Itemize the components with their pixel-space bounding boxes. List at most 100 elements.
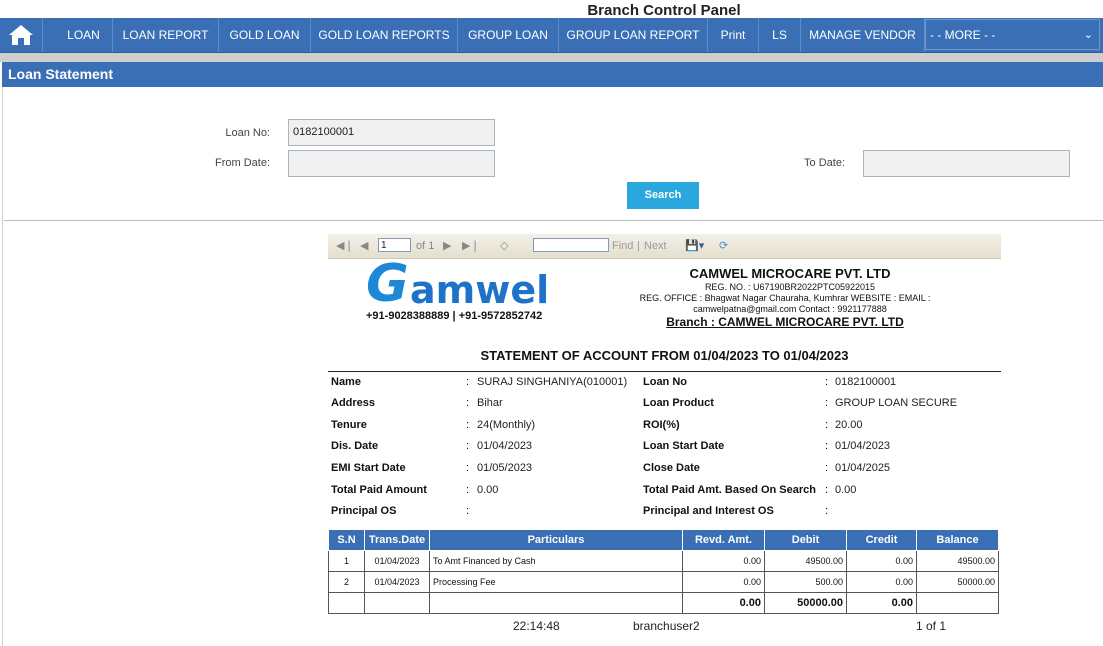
table-cell: 49500.00 bbox=[916, 550, 999, 572]
info-label: Dis. Date bbox=[331, 440, 379, 452]
table-cell: 0.00 bbox=[682, 592, 765, 614]
table-cell: 0.00 bbox=[846, 592, 917, 614]
loan-no-label: Loan No: bbox=[225, 127, 270, 139]
nav-item-gold-loan-reports[interactable]: GOLD LOAN REPORTS bbox=[311, 18, 458, 52]
next-link[interactable]: Next bbox=[644, 234, 667, 258]
nav-item-loan[interactable]: LOAN bbox=[55, 18, 113, 52]
info-value: 0.00 bbox=[835, 484, 857, 496]
table-cell: 50000.00 bbox=[916, 571, 999, 593]
table-cell: Processing Fee bbox=[429, 571, 683, 593]
table-row: 2 01/04/2023 Processing Fee 0.00 500.00 … bbox=[328, 571, 999, 593]
info-colon: : bbox=[825, 484, 829, 496]
info-label: Loan No bbox=[643, 376, 687, 388]
info-colon: : bbox=[825, 462, 829, 474]
info-label: Total Paid Amt. Based On Search bbox=[643, 484, 816, 496]
info-label: Address bbox=[331, 397, 376, 409]
table-header-row: S.N Trans.Date Particulars Revd. Amt. De… bbox=[328, 529, 999, 551]
info-value: GROUP LOAN SECURE bbox=[835, 397, 958, 409]
from-date-label: From Date: bbox=[214, 157, 270, 169]
table-cell bbox=[328, 592, 365, 614]
statement-rule bbox=[328, 371, 1001, 372]
table-cell: 01/04/2023 bbox=[364, 571, 430, 593]
form-divider bbox=[4, 220, 1103, 221]
page-count-label: of 1 bbox=[416, 240, 435, 252]
nav-separator-strip bbox=[0, 53, 1103, 62]
info-colon: : bbox=[825, 397, 829, 409]
next-page-icon[interactable]: ▶ bbox=[443, 234, 451, 258]
info-value: 24(Monthly) bbox=[477, 419, 536, 431]
home-button[interactable] bbox=[0, 18, 43, 52]
back-icon[interactable]: ◇ bbox=[500, 234, 508, 258]
info-colon: : bbox=[466, 505, 470, 517]
info-value: 01/04/2023 bbox=[835, 440, 891, 452]
company-name: CAMWEL MICROCARE PVT. LTD bbox=[689, 266, 891, 281]
info-value: 0.00 bbox=[477, 484, 499, 496]
loan-no-input[interactable]: 0182100001 bbox=[288, 119, 495, 146]
totals-row: 0.00 50000.00 0.00 bbox=[328, 592, 999, 614]
from-date-input[interactable] bbox=[288, 150, 495, 177]
nav-item-loan-report[interactable]: LOAN REPORT bbox=[113, 18, 219, 52]
to-date-input[interactable] bbox=[863, 150, 1070, 177]
home-icon bbox=[9, 25, 33, 45]
info-label: Tenure bbox=[331, 419, 367, 431]
nav-item-ls[interactable]: LS bbox=[759, 18, 801, 52]
info-colon: : bbox=[825, 505, 829, 517]
info-colon: : bbox=[825, 440, 829, 452]
info-colon: : bbox=[466, 440, 470, 452]
nav-item-group-loan[interactable]: GROUP LOAN bbox=[458, 18, 559, 52]
report-footer-user: branchuser2 bbox=[633, 619, 700, 633]
info-value: SURAJ SINGHANIYA(010001) bbox=[477, 376, 628, 388]
nav-item-gold-loan[interactable]: GOLD LOAN bbox=[219, 18, 311, 52]
find-link[interactable]: Find bbox=[612, 234, 633, 258]
column-header: Debit bbox=[764, 529, 847, 551]
info-value: 20.00 bbox=[835, 419, 863, 431]
page-number-input[interactable]: 1 bbox=[378, 238, 411, 252]
table-cell: 49500.00 bbox=[764, 550, 847, 572]
export-icon[interactable]: 💾▾ bbox=[685, 234, 704, 258]
table-cell bbox=[429, 592, 683, 614]
more-menu-select[interactable]: - - MORE - - ⌄ bbox=[925, 19, 1100, 50]
refresh-icon[interactable]: ⟳ bbox=[719, 234, 728, 258]
info-colon: : bbox=[825, 376, 829, 388]
column-header: Credit bbox=[846, 529, 917, 551]
to-date-label: To Date: bbox=[804, 157, 845, 169]
report-footer-page: 1 of 1 bbox=[916, 619, 947, 633]
section-header: Loan Statement bbox=[2, 62, 1103, 87]
company-logo-text: amwel bbox=[410, 268, 550, 312]
last-page-icon[interactable]: ▶❘ bbox=[462, 234, 480, 258]
info-colon: : bbox=[466, 376, 470, 388]
find-separator: | bbox=[637, 240, 640, 252]
info-value: 01/04/2025 bbox=[835, 462, 891, 474]
info-colon: : bbox=[466, 419, 470, 431]
info-colon: : bbox=[466, 397, 470, 409]
info-label: Principal OS bbox=[331, 505, 397, 517]
transactions-table: S.N Trans.Date Particulars Revd. Amt. De… bbox=[328, 529, 999, 614]
search-button[interactable]: Search bbox=[627, 182, 699, 209]
page-title: Branch Control Panel bbox=[587, 2, 741, 19]
first-page-icon[interactable]: ◀❘ bbox=[336, 234, 354, 258]
info-value: 01/04/2023 bbox=[477, 440, 533, 452]
nav-item-manage-vendor[interactable]: MANAGE VENDOR bbox=[801, 18, 925, 52]
info-value: 0182100001 bbox=[835, 376, 897, 388]
table-cell: 2 bbox=[328, 571, 365, 593]
nav-item-group-loan-report[interactable]: GROUP LOAN REPORT bbox=[559, 18, 708, 52]
table-row: 1 01/04/2023 To Amt Financed by Cash 0.0… bbox=[328, 550, 999, 572]
column-header: Trans.Date bbox=[364, 529, 430, 551]
branch-name: Branch : CAMWEL MICROCARE PVT. LTD bbox=[666, 315, 904, 329]
info-label: Loan Start Date bbox=[643, 440, 725, 452]
logo-phone-numbers: +91-9028388889 | +91-9572852742 bbox=[366, 310, 543, 322]
table-cell: 50000.00 bbox=[764, 592, 847, 614]
info-label: EMI Start Date bbox=[331, 462, 406, 474]
report-viewer-toolbar: ◀❘ ◀ of 1 ▶ ▶❘ ◇ Find | Next 💾▾ ⟳ bbox=[328, 234, 1001, 259]
info-value: 01/05/2023 bbox=[477, 462, 533, 474]
registered-office: REG. OFFICE : Bhagwat Nagar Chauraha, Ku… bbox=[639, 293, 931, 303]
table-cell: To Amt Financed by Cash bbox=[429, 550, 683, 572]
nav-item-print[interactable]: Print bbox=[708, 18, 759, 52]
table-cell: 0.00 bbox=[682, 550, 765, 572]
table-cell: 500.00 bbox=[764, 571, 847, 593]
info-colon: : bbox=[466, 462, 470, 474]
info-colon: : bbox=[825, 419, 829, 431]
info-label: Name bbox=[331, 376, 361, 388]
statement-title: STATEMENT OF ACCOUNT FROM 01/04/2023 TO … bbox=[480, 348, 849, 363]
find-text-input[interactable] bbox=[533, 238, 609, 252]
